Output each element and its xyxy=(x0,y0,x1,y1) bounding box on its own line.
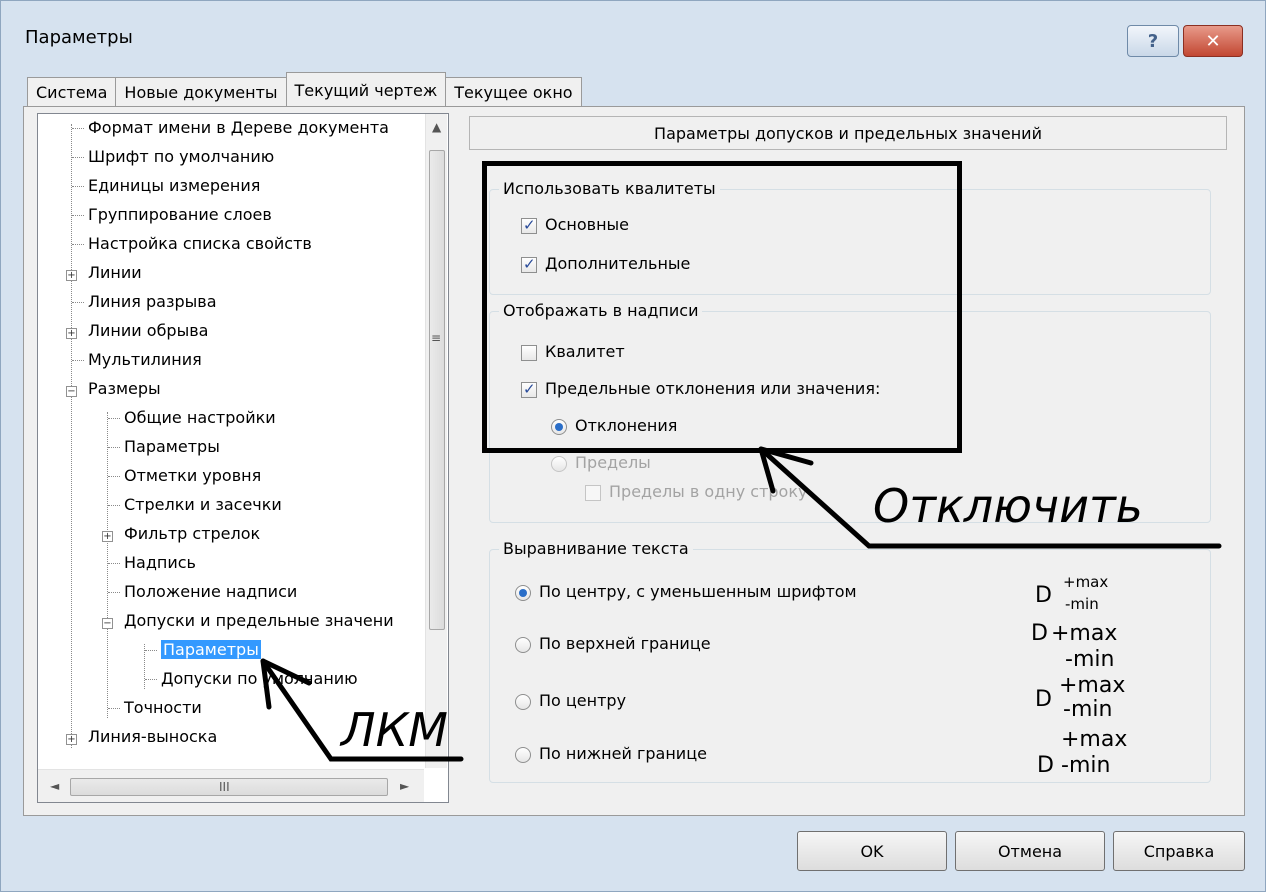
parameters-dialog: Параметры ? ✕ Система Новые документы Те… xyxy=(0,0,1266,892)
annotation-text-lkm: ЛКМ xyxy=(341,703,448,757)
annotation-arrows xyxy=(260,446,1222,762)
annotation-text-disable: Отключить xyxy=(873,479,1143,533)
